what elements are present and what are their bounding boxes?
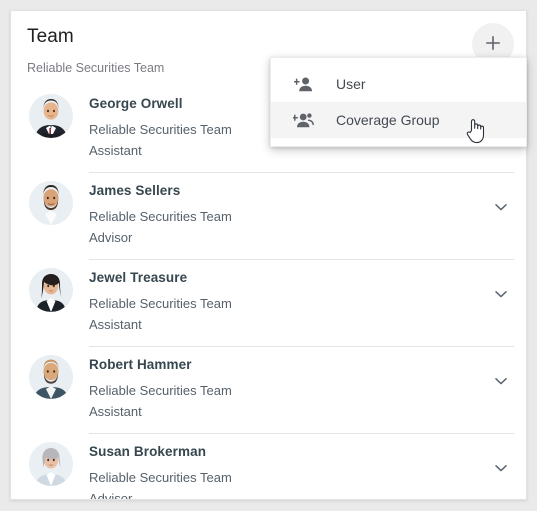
avatar bbox=[29, 268, 73, 312]
avatar bbox=[29, 181, 73, 225]
member-details: James Sellers Reliable Securities Team Adv… bbox=[89, 172, 514, 259]
member-name: Jewel Treasure bbox=[89, 270, 188, 285]
avatar bbox=[29, 442, 73, 486]
menu-item-label: Coverage Group bbox=[336, 112, 440, 128]
member-team: Reliable Securities Team bbox=[89, 470, 232, 485]
member-details: Susan Brokerman Reliable Securities Team A… bbox=[89, 433, 514, 500]
avatar bbox=[29, 94, 73, 138]
member-role: Assistant bbox=[89, 317, 142, 332]
member-name: Robert Hammer bbox=[89, 357, 192, 372]
chevron-down-icon[interactable] bbox=[492, 198, 510, 216]
page-title: Team bbox=[27, 26, 74, 47]
menu-item-label: User bbox=[336, 76, 366, 92]
member-role: Advisor bbox=[89, 230, 133, 245]
group-add-icon bbox=[293, 110, 315, 130]
menu-item-user[interactable]: User bbox=[271, 66, 526, 102]
list-item[interactable]: Robert Hammer Reliable Securities Team Ass… bbox=[11, 346, 526, 433]
member-team: Reliable Securities Team bbox=[89, 383, 232, 398]
member-team: Reliable Securities Team bbox=[89, 209, 232, 224]
member-name: James Sellers bbox=[89, 183, 181, 198]
member-name: Susan Brokerman bbox=[89, 444, 207, 459]
member-role: Assistant bbox=[89, 404, 142, 419]
member-team: Reliable Securities Team bbox=[89, 296, 232, 311]
chevron-down-icon[interactable] bbox=[492, 459, 510, 477]
list-item[interactable]: Jewel Treasure Reliable Securities Team As… bbox=[11, 259, 526, 346]
menu-item-coverage-group[interactable]: Coverage Group bbox=[271, 102, 526, 138]
chevron-down-icon[interactable] bbox=[492, 285, 510, 303]
list-item[interactable]: Susan Brokerman Reliable Securities Team A… bbox=[11, 433, 526, 500]
chevron-down-icon[interactable] bbox=[492, 372, 510, 390]
avatar bbox=[29, 355, 73, 399]
member-details: Robert Hammer Reliable Securities Team Ass… bbox=[89, 346, 514, 433]
team-member-list: George Orwell Reliable Securities Team Ass… bbox=[11, 85, 526, 500]
person-add-icon bbox=[293, 74, 315, 94]
add-member-menu: User Coverage Group bbox=[270, 57, 527, 147]
list-item[interactable]: James Sellers Reliable Securities Team Adv… bbox=[11, 172, 526, 259]
member-details: Jewel Treasure Reliable Securities Team As… bbox=[89, 259, 514, 346]
member-role: Advisor bbox=[89, 491, 133, 500]
screen-root: Team Reliable Securities Team George Orw… bbox=[0, 0, 537, 511]
plus-icon bbox=[484, 34, 502, 55]
